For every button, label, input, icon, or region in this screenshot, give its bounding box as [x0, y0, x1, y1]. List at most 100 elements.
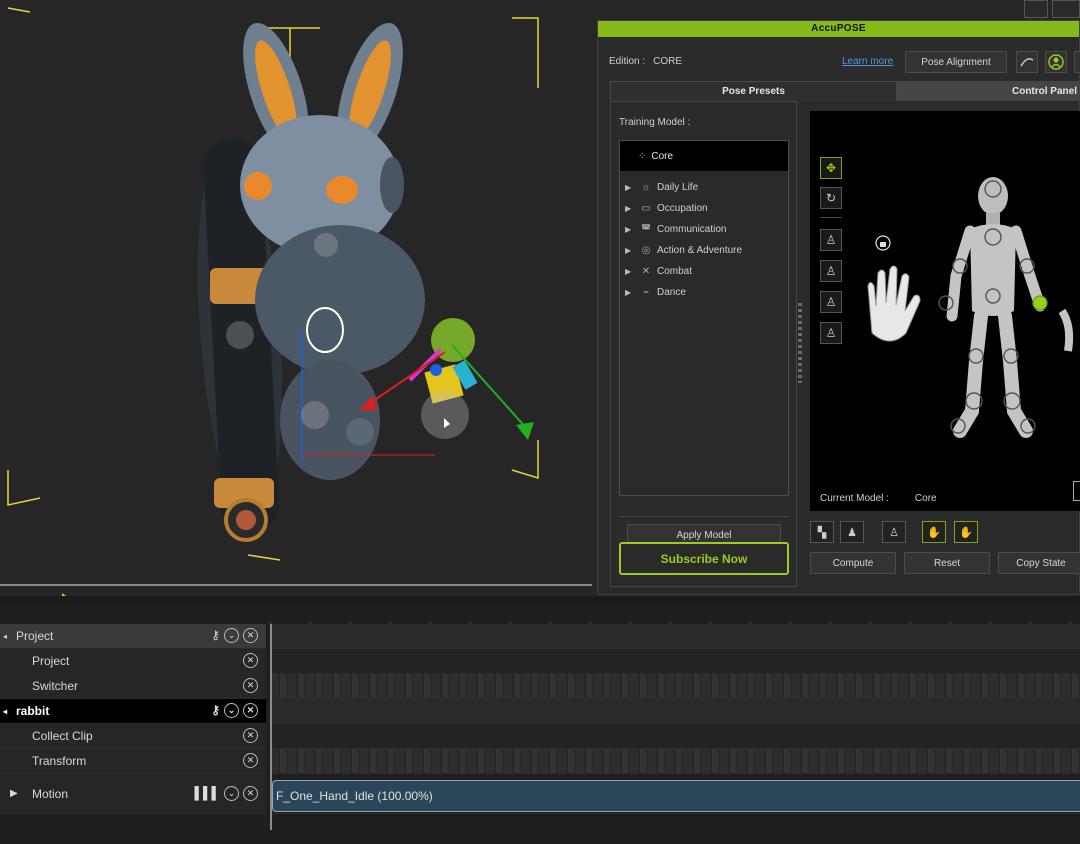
- compute-button[interactable]: Compute: [810, 552, 896, 574]
- close-icon[interactable]: ✕: [243, 653, 258, 668]
- close-icon[interactable]: ✕: [243, 678, 258, 693]
- subscribe-now-button[interactable]: Subscribe Now: [619, 542, 789, 575]
- timeline-panel: ◂ Project ⚷ ⌄ ✕ Project ✕ Switcher ✕ ◂ r…: [0, 606, 1080, 844]
- figure-sit-icon[interactable]: ♟: [840, 521, 864, 543]
- copy-state-button[interactable]: Copy State: [998, 552, 1080, 574]
- curve-icon[interactable]: [1016, 51, 1038, 73]
- close-icon[interactable]: ✕: [243, 753, 258, 768]
- track-label: Collect Clip: [32, 729, 93, 743]
- dropdown-icon[interactable]: ⌄: [224, 703, 239, 718]
- edition-label-text: Edition :: [609, 56, 646, 67]
- expand-arrow-icon[interactable]: ▶: [625, 246, 635, 255]
- close-icon[interactable]: ✕: [243, 628, 258, 643]
- close-icon[interactable]: ✕: [243, 703, 258, 718]
- track-lane[interactable]: [270, 699, 1080, 724]
- track-controls: ▌▌▌ ⌄ ✕: [194, 786, 258, 801]
- core-nodes-icon: ⁘: [638, 150, 647, 162]
- tree-item-label: Combat: [657, 266, 693, 277]
- green-hand-icon[interactable]: ✋: [922, 521, 946, 543]
- tree-item-label: Daily Life: [657, 182, 699, 193]
- figure-stand-icon[interactable]: ♙: [882, 521, 906, 543]
- learn-more-link[interactable]: Learn more: [842, 56, 893, 67]
- toolbar-button[interactable]: [1052, 0, 1080, 18]
- close-icon[interactable]: ✕: [243, 728, 258, 743]
- body-figure-picker[interactable]: [810, 111, 1080, 481]
- track-label: Switcher: [32, 679, 79, 693]
- checker-icon[interactable]: ▚: [810, 521, 834, 543]
- chat-icon: ◚: [641, 224, 651, 235]
- panel-tabs: Pose Presets Control Panel: [610, 81, 1080, 101]
- track-label: Motion: [32, 786, 69, 801]
- tab-control-panel[interactable]: Control Panel: [897, 81, 1080, 101]
- green-hand-lock-icon[interactable]: ✋: [954, 521, 978, 543]
- track-controls: ✕: [243, 753, 258, 768]
- panel-title[interactable]: AccuPOSE: [598, 21, 1079, 37]
- key-icon[interactable]: ⚷: [211, 628, 220, 643]
- expand-arrow-icon[interactable]: ▶: [625, 288, 635, 297]
- tree-item-action-adventure[interactable]: ▶ ◎ Action & Adventure: [620, 240, 788, 261]
- track-label: Project: [16, 629, 54, 643]
- collapse-handle[interactable]: [1073, 481, 1080, 501]
- track-lane[interactable]: [270, 749, 1080, 774]
- tab-pose-presets[interactable]: Pose Presets: [610, 81, 897, 101]
- motion-clip[interactable]: F_One_Hand_Idle (100.00%): [272, 780, 1080, 812]
- current-model-label-text: Current Model :: [820, 493, 889, 504]
- track-row-switcher[interactable]: Switcher ✕: [0, 674, 266, 699]
- track-controls: ✕: [243, 653, 258, 668]
- track-row-rabbit[interactable]: ◂ rabbit ⚷ ⌄ ✕: [0, 699, 266, 724]
- collapse-arrow-icon[interactable]: ◂: [3, 632, 7, 641]
- playhead[interactable]: [270, 624, 272, 830]
- control-panel-canvas[interactable]: ✥ ↻ ♙ ♙ ♙ ♙ Current Model: Core: [810, 111, 1080, 511]
- reset-button[interactable]: Reset: [904, 552, 990, 574]
- close-icon[interactable]: ✕: [243, 786, 258, 801]
- tree-item-combat[interactable]: ▶ ✕ Combat: [620, 261, 788, 282]
- expand-arrow-icon[interactable]: ▶: [625, 225, 635, 234]
- tree-item-label: Core: [651, 150, 674, 162]
- expand-arrow-icon[interactable]: ▶: [625, 204, 635, 213]
- dropdown-icon[interactable]: ⌄: [224, 628, 239, 643]
- track-controls: ⚷ ⌄ ✕: [211, 628, 258, 643]
- track-controls: ✕: [243, 678, 258, 693]
- track-lane[interactable]: [270, 724, 1080, 749]
- track-label: Project: [32, 654, 70, 668]
- pose-presets-pane: Training Model : ⁘ Core ▶ ☼ Daily Life ▶ ▭ O…: [610, 101, 797, 587]
- tree-item-label: Action & Adventure: [657, 245, 743, 256]
- toolbar-button[interactable]: [1024, 0, 1048, 18]
- current-model-value: Core: [914, 493, 937, 504]
- track-row-transform[interactable]: Transform ✕: [0, 749, 266, 774]
- track-row-motion[interactable]: ▶ Motion ▌▌▌ ⌄ ✕: [0, 774, 266, 814]
- pose-alignment-button[interactable]: Pose Alignment: [905, 51, 1007, 73]
- track-lane[interactable]: [270, 674, 1080, 699]
- viewport-divider: [0, 584, 592, 586]
- collapse-arrow-icon[interactable]: ◂: [3, 707, 7, 716]
- user-profile-icon[interactable]: [1045, 51, 1067, 73]
- training-model-label: Training Model :: [619, 117, 691, 128]
- track-row-project-sub[interactable]: Project ✕: [0, 649, 266, 674]
- tree-item-communication[interactable]: ▶ ◚ Communication: [620, 219, 788, 240]
- tree-item-core[interactable]: ⁘ Core: [620, 141, 788, 171]
- bars-icon[interactable]: ▌▌▌: [194, 786, 220, 801]
- expand-arrow-icon[interactable]: ▶: [625, 183, 635, 192]
- track-lane[interactable]: [270, 624, 1080, 649]
- briefcase-icon: ▭: [641, 203, 651, 214]
- track-lane[interactable]: [270, 649, 1080, 674]
- pane-resize-handle[interactable]: [798, 303, 802, 383]
- tree-item-daily-life[interactable]: ▶ ☼ Daily Life: [620, 177, 788, 198]
- overflow-button[interactable]: [1074, 51, 1080, 73]
- tree-item-dance[interactable]: ▶ ⌁ Dance: [620, 282, 788, 303]
- iclone-app-window: AccuPOSE Edition : CORE Learn more Pose A…: [0, 0, 1080, 844]
- track-label: Transform: [32, 754, 87, 768]
- compass-icon: ◎: [641, 245, 651, 256]
- expand-arrow-icon[interactable]: ▶: [625, 267, 635, 276]
- timeline-start-marker[interactable]: [62, 593, 69, 596]
- track-row-project[interactable]: ◂ Project ⚷ ⌄ ✕: [0, 624, 266, 649]
- key-icon[interactable]: ⚷: [211, 703, 220, 718]
- expand-arrow-icon[interactable]: ▶: [10, 788, 18, 799]
- edition-label: Edition : CORE: [609, 56, 682, 67]
- tree-item-occupation[interactable]: ▶ ▭ Occupation: [620, 198, 788, 219]
- track-label: rabbit: [16, 704, 50, 718]
- dropdown-icon[interactable]: ⌄: [224, 786, 239, 801]
- track-controls: ⚷ ⌄ ✕: [211, 703, 258, 718]
- tree-item-label: Communication: [657, 224, 727, 235]
- track-row-collect-clip[interactable]: Collect Clip ✕: [0, 724, 266, 749]
